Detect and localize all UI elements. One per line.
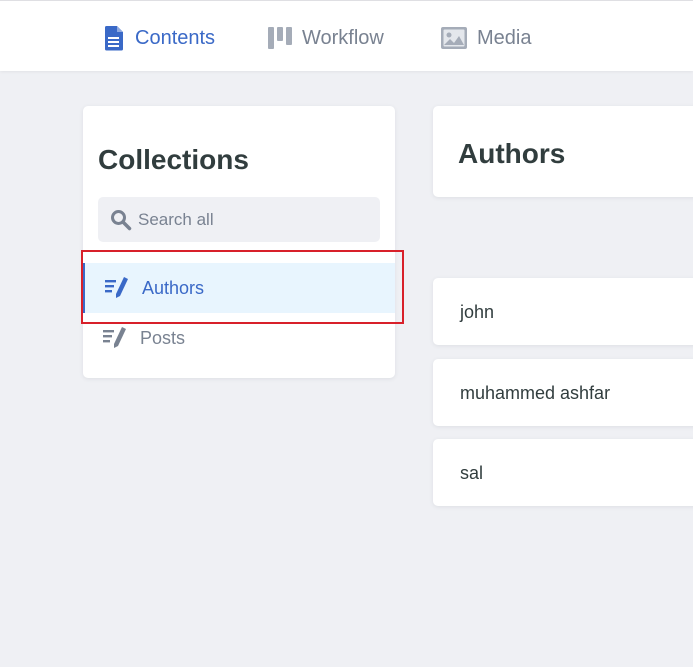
entry-card[interactable]: john [433,278,693,345]
entry-card[interactable]: sal [433,439,693,506]
sidebar-item-label: Posts [140,327,186,348]
top-navigation-bar: Contents Workflow Media [0,0,693,71]
entry-title: john [460,302,495,322]
nav-contents-label: Contents [135,26,216,49]
entry-card[interactable]: muhammed ashfar [433,359,693,426]
kanban-icon [268,27,292,49]
nav-media-label: Media [477,26,532,49]
sidebar-item-posts[interactable]: Posts [83,313,395,363]
search-box [98,197,380,242]
sidebar-item-authors[interactable]: Authors [83,263,395,313]
collection-header: Authors [433,106,693,197]
page-title: Authors [458,138,566,169]
sidebar-title: Collections [98,144,249,175]
search-input[interactable] [138,197,373,242]
nav-contents[interactable]: Contents [103,21,215,55]
nav-media[interactable]: Media [441,21,531,55]
collections-sidebar: Collections Authors [83,106,395,378]
sidebar-item-label: Authors [142,277,205,298]
entry-title: sal [460,463,484,483]
document-icon [103,25,125,51]
nav-workflow[interactable]: Workflow [268,21,384,55]
entry-title: muhammed ashfar [460,383,611,403]
nav-workflow-label: Workflow [302,26,384,49]
image-icon [441,27,467,49]
write-icon [103,327,127,354]
write-icon [105,277,129,304]
